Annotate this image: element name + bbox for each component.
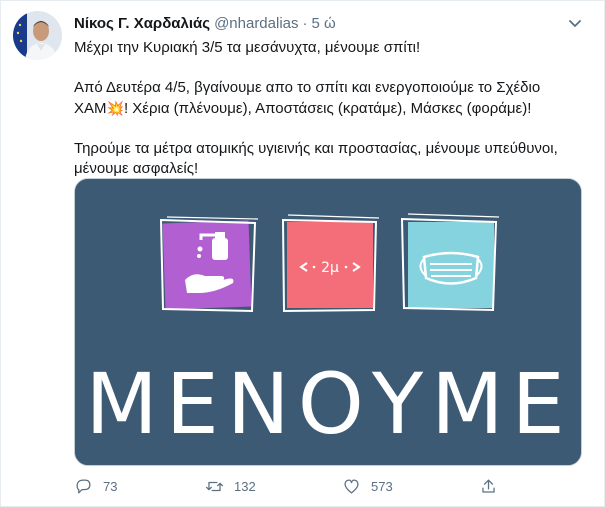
separator: · bbox=[302, 14, 308, 32]
share-icon bbox=[482, 479, 495, 493]
tweet-line: ΧΑΜ bbox=[74, 100, 107, 117]
tweet-text: Μέχρι την Κυριακή 3/5 τα μεσάνυχτα, μένο… bbox=[74, 38, 594, 199]
tweet-line: Από Δευτέρα 4/5, βγαίνουμε απο το σπίτι … bbox=[74, 79, 541, 96]
share-button[interactable] bbox=[479, 473, 498, 499]
retweet-button[interactable]: 132 bbox=[205, 473, 256, 499]
tweet-media-image[interactable]: 2μ ΜΕΝΟΥΜΕ bbox=[74, 178, 582, 466]
media-illustration: 2μ ΜΕΝΟΥΜΕ bbox=[75, 179, 581, 465]
tweet-line: Τηρούμε τα μέτρα ατομικής υγιεινής και π… bbox=[74, 140, 558, 157]
tweet-line: Μέχρι την Κυριακή 3/5 τα μεσάνυχτα, μένο… bbox=[74, 39, 421, 56]
timestamp[interactable]: 5 ώ bbox=[312, 15, 336, 32]
tweet-paragraph: Μέχρι την Κυριακή 3/5 τα μεσάνυχτα, μένο… bbox=[74, 38, 594, 58]
tweet-line: μένουμε ασφαλείς! bbox=[74, 160, 199, 177]
collision-emoji-icon: 💥 bbox=[106, 100, 124, 116]
avatar-image bbox=[13, 11, 62, 60]
headline-text: ΜΕΝΟΥΜΕ bbox=[85, 355, 572, 453]
caret-down-icon[interactable] bbox=[565, 13, 585, 33]
retweet-count: 132 bbox=[234, 478, 256, 494]
like-button[interactable]: 573 bbox=[342, 473, 393, 499]
face-mask-icon bbox=[400, 213, 500, 312]
tweet-paragraph: Τηρούμε τα μέτρα ατομικής υγιεινής και π… bbox=[74, 139, 594, 179]
tweet-paragraph: Από Δευτέρα 4/5, βγαίνουμε απο το σπίτι … bbox=[74, 78, 594, 119]
avatar[interactable] bbox=[13, 11, 62, 60]
tweet-actions: 73 132 573 bbox=[74, 473, 504, 499]
tweet-line: ! Χέρια (πλένουμε), Αποστάσεις (κρατάμε)… bbox=[123, 100, 532, 117]
reply-button[interactable]: 73 bbox=[74, 473, 117, 499]
reply-icon bbox=[76, 479, 91, 493]
like-icon bbox=[344, 479, 359, 493]
distance-arrows-icon: 2μ bbox=[281, 214, 380, 313]
tweet-card[interactable]: Νίκος Γ. Χαρδαλιάς @nhardalias · 5 ώ Μέχ… bbox=[0, 0, 605, 507]
hand-sanitizer-icon bbox=[159, 216, 259, 313]
tweet-header: Νίκος Γ. Χαρδαλιάς @nhardalias · 5 ώ bbox=[74, 13, 336, 33]
author-handle[interactable]: @nhardalias bbox=[214, 15, 298, 32]
like-count: 573 bbox=[371, 478, 393, 494]
distance-label: 2μ bbox=[321, 260, 339, 276]
retweet-icon bbox=[205, 481, 224, 491]
reply-count: 73 bbox=[103, 478, 118, 494]
author-name[interactable]: Νίκος Γ. Χαρδαλιάς bbox=[74, 15, 210, 32]
